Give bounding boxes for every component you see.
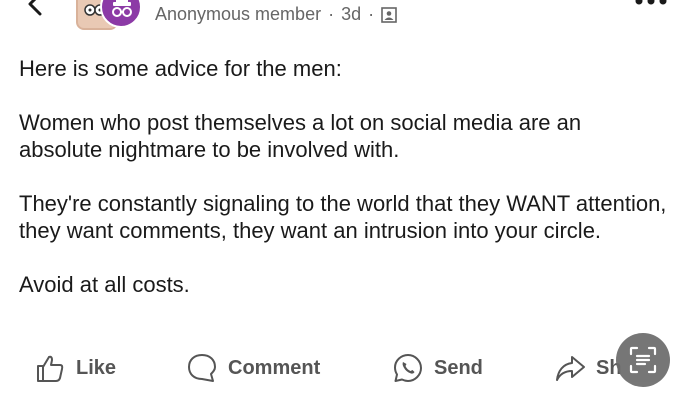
action-bar: Like Comment Send Sh — [0, 348, 690, 388]
share-arrow-icon — [556, 356, 585, 381]
comment-label: Comment — [228, 356, 321, 379]
comment-icon — [188, 354, 216, 382]
post-header: Anonymous member · 3d · — [0, 0, 690, 34]
more-horizontal-icon — [635, 0, 667, 5]
avatar-stack[interactable] — [76, 0, 146, 30]
incognito-icon — [112, 0, 132, 17]
like-button[interactable]: Like — [34, 348, 116, 388]
post-meta: Anonymous member · 3d · — [155, 4, 397, 25]
post-body: Here is some advice for the men: Women w… — [19, 55, 669, 325]
post-paragraph: Here is some advice for the men: — [19, 56, 342, 81]
anonymous-avatar — [100, 0, 142, 28]
more-options-button[interactable] — [634, 0, 668, 8]
post-time: 3d — [341, 4, 362, 24]
text-scan-button[interactable] — [616, 333, 670, 387]
post-paragraph: Women who post themselves a lot on socia… — [19, 110, 582, 162]
share-button[interactable]: Sh — [554, 348, 622, 388]
comment-button[interactable]: Comment — [186, 348, 320, 388]
chevron-left-icon — [28, 0, 42, 16]
author-name[interactable]: Anonymous member — [155, 4, 321, 25]
whatsapp-icon — [394, 354, 422, 382]
send-label: Send — [434, 356, 483, 379]
post-paragraph: They're constantly signaling to the worl… — [19, 191, 667, 243]
thumbs-up-icon — [37, 355, 64, 382]
text-scan-icon — [629, 346, 657, 374]
back-button[interactable] — [22, 0, 50, 20]
like-label: Like — [76, 356, 117, 379]
post-paragraph: Avoid at all costs. — [19, 272, 190, 297]
meta-separator: · — [328, 4, 335, 24]
meta-separator: · — [368, 4, 375, 24]
contacts-icon — [381, 6, 397, 23]
send-button[interactable]: Send — [392, 348, 483, 388]
